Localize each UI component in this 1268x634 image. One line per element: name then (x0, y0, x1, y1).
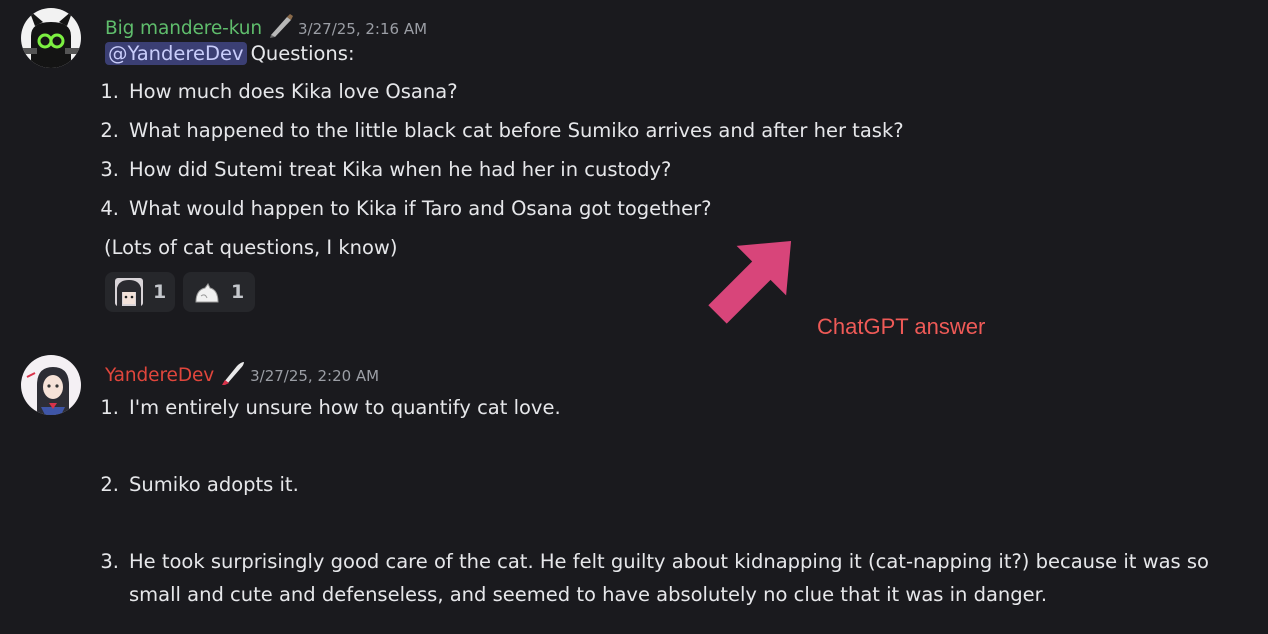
answer-text-line-2: small and cute and defenseless, and seem… (129, 583, 1048, 606)
avatar-yanderedev[interactable] (21, 355, 81, 415)
answer-text-line-1: He took surprisingly good care of the ca… (129, 550, 1209, 573)
note-text: (Lots of cat questions, I know) (104, 236, 398, 259)
question-text: What would happen to Kika if Taro and Os… (129, 197, 712, 220)
annotation-label: ChatGPT answer (817, 314, 986, 339)
timestamp[interactable]: 3/27/25, 2:16 AM (298, 20, 427, 38)
list-number: 1. (100, 80, 119, 103)
white-cat-emoji (193, 278, 221, 306)
list-number: 2. (100, 473, 119, 496)
reaction-white-cat[interactable]: 1 (183, 272, 255, 312)
annotation-arrow (708, 240, 792, 324)
message-intro: @YandereDev Questions: (105, 42, 355, 66)
list-number: 3. (100, 550, 119, 573)
avatar-image (21, 8, 81, 68)
avatar-big-mandere-kun[interactable] (21, 8, 81, 68)
anime-girl-emoji (115, 278, 143, 306)
user-mention[interactable]: @YandereDev (105, 42, 247, 65)
username[interactable]: YandereDev (105, 365, 214, 386)
intro-text: Questions: (250, 42, 355, 65)
pen-icon (268, 14, 294, 38)
answer-text: I'm entirely unsure how to quantify cat … (129, 396, 561, 419)
reaction-count: 1 (153, 281, 167, 303)
chat-view: Big mandere-kun 3/27/25, 2:16 AM @Yander… (0, 0, 1268, 634)
avatar-image (21, 355, 81, 415)
knife-icon (220, 361, 246, 385)
list-number: 4. (100, 197, 119, 220)
message-header: YandereDev 3/27/25, 2:20 AM (105, 357, 379, 386)
question-text: How much does Kika love Osana? (129, 80, 458, 103)
list-number: 3. (100, 158, 119, 181)
answer-text: Sumiko adopts it. (129, 473, 299, 496)
username[interactable]: Big mandere-kun (105, 18, 262, 39)
timestamp[interactable]: 3/27/25, 2:20 AM (250, 367, 379, 385)
list-number: 2. (100, 119, 119, 142)
question-text: How did Sutemi treat Kika when he had he… (129, 158, 672, 181)
question-text: What happened to the little black cat be… (129, 119, 904, 142)
reaction-anime-girl[interactable]: 1 (105, 272, 175, 312)
message-header: Big mandere-kun 3/27/25, 2:16 AM (105, 10, 427, 39)
reaction-count: 1 (231, 281, 245, 303)
list-number: 1. (100, 396, 119, 419)
